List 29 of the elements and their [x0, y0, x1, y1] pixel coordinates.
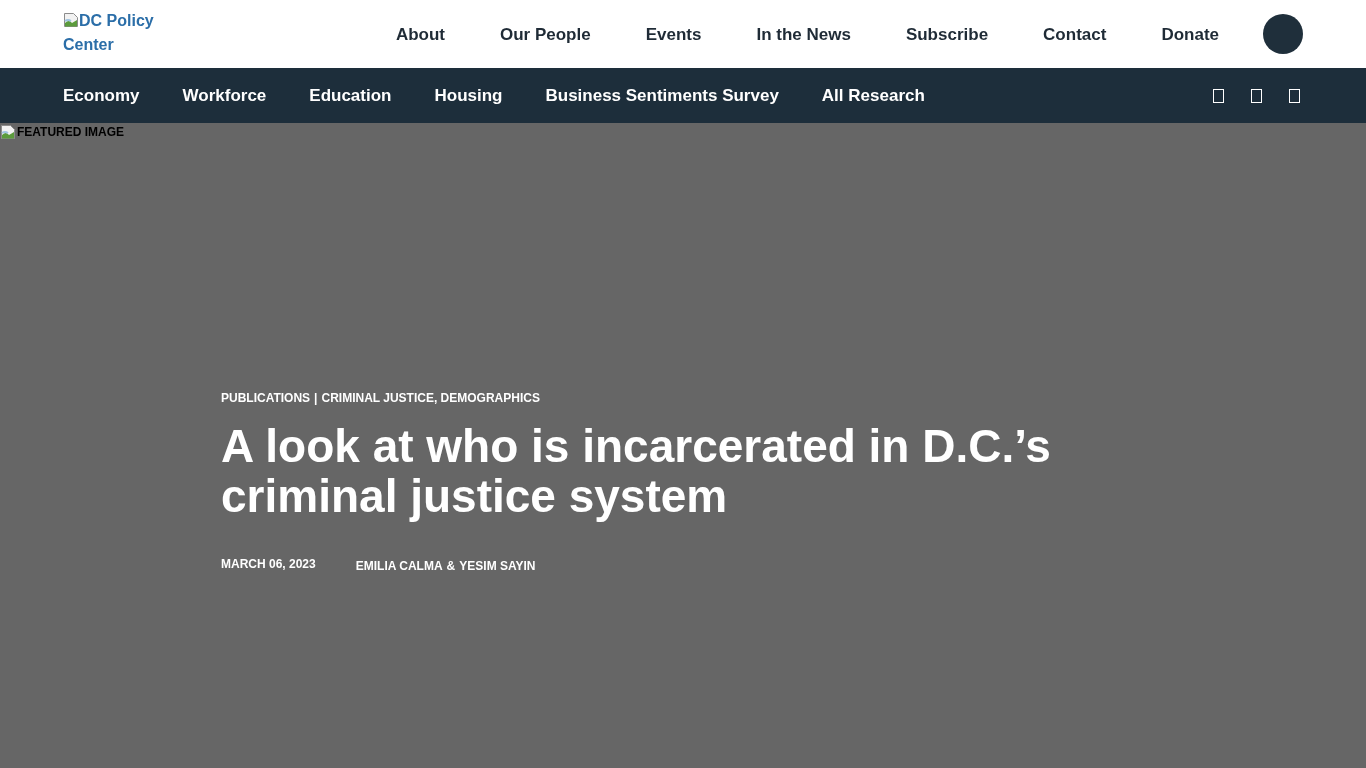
- author-link[interactable]: EMILIA CALMA: [355, 559, 443, 573]
- publish-date: MARCH 06, 2023: [221, 557, 316, 571]
- nav-link[interactable]: About: [395, 23, 445, 45]
- nav-link[interactable]: Subscribe: [905, 23, 989, 45]
- square-outline-icon[interactable]: [1213, 88, 1224, 103]
- category-link[interactable]: Economy: [63, 85, 140, 106]
- separator-text: |: [314, 391, 318, 405]
- circle-button[interactable]: [1263, 14, 1303, 54]
- section-link[interactable]: PUBLICATIONS: [221, 391, 311, 405]
- category-link[interactable]: All Research: [821, 85, 925, 106]
- nav-link[interactable]: Donate: [1161, 23, 1219, 45]
- nav-link[interactable]: Events: [645, 23, 702, 45]
- author-joiner-text: &: [446, 559, 456, 573]
- nav-link[interactable]: In the News: [756, 23, 851, 45]
- category-link[interactable]: Business Sentiments Survey: [545, 85, 779, 106]
- broken-image-icon: [0, 124, 16, 140]
- broken-image-icon: [63, 12, 79, 28]
- logo-link[interactable]: DC Policy Center: [63, 9, 163, 57]
- image-alt-text: FEATURED IMAGE: [17, 124, 125, 140]
- nav-link[interactable]: Our People: [500, 23, 591, 45]
- category-link[interactable]: Education: [309, 85, 392, 106]
- nav-link[interactable]: Contact: [1043, 23, 1107, 45]
- category-tag-links[interactable]: CRIMINAL JUSTICE, DEMOGRAPHICS: [321, 391, 540, 405]
- square-outline-icon[interactable]: [1251, 88, 1262, 103]
- category-link[interactable]: Workforce: [182, 85, 267, 106]
- category-link[interactable]: Housing: [434, 85, 503, 106]
- article-title: A look at who is incarcerated in D.C.’s criminal justice system: [221, 421, 1052, 521]
- author-link[interactable]: YESIM SAYIN: [459, 559, 536, 573]
- square-outline-icon[interactable]: [1289, 88, 1300, 103]
